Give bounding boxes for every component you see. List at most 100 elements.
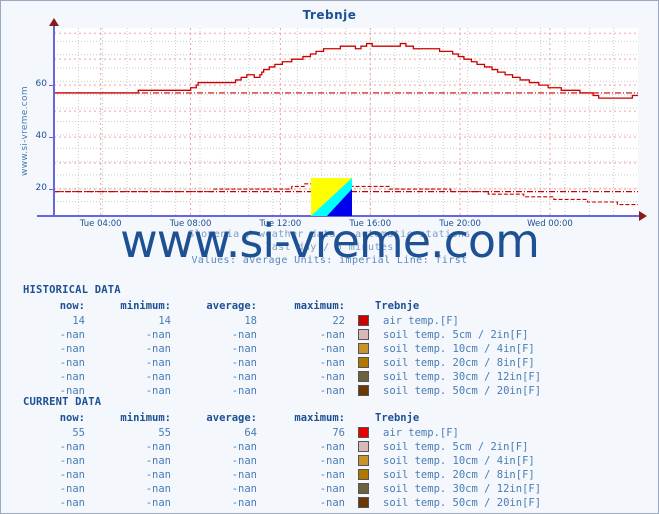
table-header-row: now: minimum: average: maximum: Trebnje [23, 299, 541, 314]
cell-minimum: -nan [145, 483, 171, 495]
swatch-icon [358, 370, 369, 382]
cell-measure-label: soil temp. 20cm / 8in[F] [383, 357, 535, 369]
table-row: 14 14 18 22 air temp.[F] [23, 314, 541, 328]
cell-now: 14 [72, 315, 85, 327]
cell-maximum: 22 [332, 315, 345, 327]
cell-minimum: -nan [145, 343, 171, 355]
swatch-icon [358, 426, 369, 438]
cell-minimum: -nan [145, 329, 171, 341]
caption-settings: Values: average Units: imperial Line: fi… [191, 255, 468, 266]
series-color-swatch [353, 370, 377, 384]
y-tick-mark [49, 189, 54, 191]
cell-measure-label: soil temp. 10cm / 4in[F] [383, 343, 535, 355]
cell-maximum: -nan [319, 343, 345, 355]
header-station: Trebnje [375, 412, 420, 424]
cell-now: -nan [59, 441, 85, 453]
caption-range: last day / 5 minutes [265, 242, 394, 253]
table-row: -nan -nan -nan -nan soil temp. 10cm / 4in[F] [23, 342, 541, 356]
cell-average: 18 [244, 315, 257, 327]
cell-minimum: -nan [145, 357, 171, 369]
header-minimum: minimum: [120, 300, 171, 312]
swatch-icon [358, 314, 369, 326]
cell-now: -nan [59, 497, 85, 509]
table-header-row: now: minimum: average: maximum: Trebnje [23, 411, 541, 426]
x-axis-arrow-icon [639, 211, 647, 221]
table-row: -nan -nan -nan -nan soil temp. 50cm / 20in[F… [23, 496, 541, 510]
x-tick-label: Tue 12:00 [259, 219, 302, 229]
x-tick-label: Tue 08:00 [169, 219, 212, 229]
cell-average: -nan [231, 357, 257, 369]
cell-maximum: -nan [319, 441, 345, 453]
x-tick-label: Tue 20:00 [439, 219, 481, 229]
cell-now: -nan [59, 357, 85, 369]
series-color-swatch [353, 468, 377, 482]
cell-measure-label: air temp.[F] [383, 427, 459, 439]
table-row: 55 55 64 76 air temp.[F] [23, 426, 541, 440]
cell-average: -nan [231, 469, 257, 481]
historical-data-table: now: minimum: average: maximum: Trebnje … [23, 299, 541, 398]
cell-maximum: -nan [319, 455, 345, 467]
chart-title: Trebnje [302, 8, 357, 22]
cell-measure-label: soil temp. 50cm / 20in[F] [383, 497, 542, 509]
historical-data-block: HISTORICAL DATA now: minimum: average: m… [23, 284, 541, 398]
cell-average: -nan [231, 371, 257, 383]
header-station: Trebnje [375, 300, 420, 312]
table-row: -nan -nan -nan -nan soil temp. 30cm / 12in[F… [23, 370, 541, 384]
cell-now: -nan [59, 329, 85, 341]
swatch-icon [358, 440, 369, 452]
cell-measure-label: soil temp. 10cm / 4in[F] [383, 455, 535, 467]
swatch-icon [358, 468, 369, 480]
cell-average: -nan [231, 483, 257, 495]
cell-measure-label: soil temp. 20cm / 8in[F] [383, 469, 535, 481]
header-average: average: [206, 412, 257, 424]
cell-now: 55 [72, 427, 85, 439]
cell-now: -nan [59, 343, 85, 355]
cell-minimum: -nan [145, 371, 171, 383]
cell-now: -nan [59, 371, 85, 383]
table-row: -nan -nan -nan -nan soil temp. 20cm / 8in[F] [23, 468, 541, 482]
series-color-swatch [353, 314, 377, 328]
x-tick-label: Tue 16:00 [349, 219, 392, 229]
series-color-swatch [353, 496, 377, 510]
si-vreme-logo-icon [311, 178, 352, 216]
table-row: -nan -nan -nan -nan soil temp. 5cm / 2in[F] [23, 328, 541, 342]
cell-now: -nan [59, 455, 85, 467]
cell-minimum: 14 [158, 315, 171, 327]
cell-measure-label: soil temp. 5cm / 2in[F] [383, 441, 529, 453]
cell-maximum: -nan [319, 497, 345, 509]
cell-measure-label: air temp.[F] [383, 315, 459, 327]
series-color-swatch [353, 356, 377, 370]
cell-average: -nan [231, 455, 257, 467]
side-watermark: www.si-vreme.com [20, 86, 30, 176]
cell-now: -nan [59, 483, 85, 495]
header-now: now: [59, 412, 85, 424]
swatch-icon [358, 384, 369, 396]
header-average: average: [206, 300, 257, 312]
series-color-swatch [353, 454, 377, 468]
cell-minimum: -nan [145, 455, 171, 467]
swatch-icon [358, 356, 369, 368]
cell-minimum: -nan [145, 497, 171, 509]
cell-maximum: -nan [319, 329, 345, 341]
y-tick-mark [49, 85, 54, 87]
cell-measure-label: soil temp. 30cm / 12in[F] [383, 371, 542, 383]
series-color-swatch [353, 482, 377, 496]
cell-measure-label: soil temp. 5cm / 2in[F] [383, 329, 529, 341]
cell-maximum: -nan [319, 357, 345, 369]
series-color-swatch [353, 342, 377, 356]
series-color-swatch [353, 440, 377, 454]
x-tick-label: Wed 00:00 [527, 219, 573, 229]
series-color-swatch [353, 328, 377, 342]
y-axis-arrow-icon [49, 18, 59, 26]
cell-average: -nan [231, 343, 257, 355]
cell-average: 64 [244, 427, 257, 439]
cell-now: -nan [59, 469, 85, 481]
cell-average: -nan [231, 441, 257, 453]
cell-maximum: -nan [319, 483, 345, 495]
current-data-block: CURRENT DATA now: minimum: average: maxi… [23, 396, 541, 510]
table-row: -nan -nan -nan -nan soil temp. 10cm / 4in[F] [23, 454, 541, 468]
table-row: -nan -nan -nan -nan soil temp. 5cm / 2in[F] [23, 440, 541, 454]
cell-average: -nan [231, 497, 257, 509]
swatch-icon [358, 496, 369, 508]
x-tick-label: Tue 04:00 [79, 219, 122, 229]
